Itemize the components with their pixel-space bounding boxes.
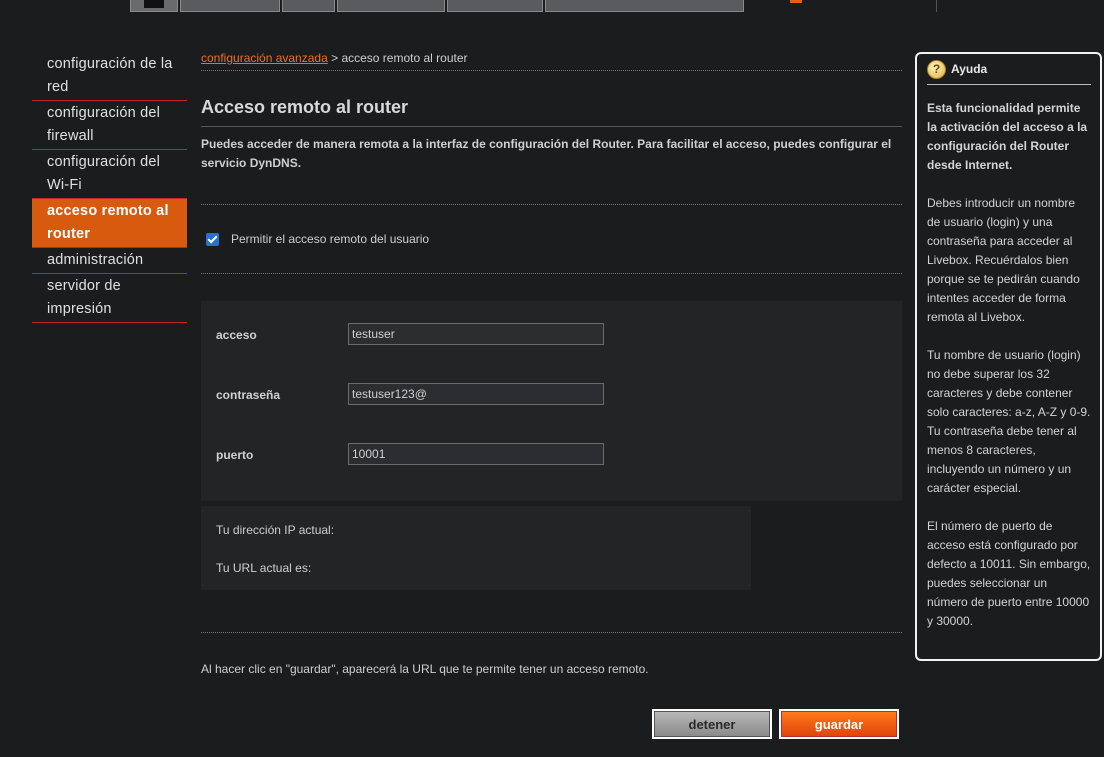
remote-access-checkbox[interactable] bbox=[206, 232, 219, 246]
credentials-form: acceso contraseña puerto bbox=[201, 301, 902, 501]
top-navigation bbox=[130, 0, 937, 13]
help-paragraph-login: Debes introducir un nombre de usuario (l… bbox=[927, 196, 1080, 324]
title-underline bbox=[201, 126, 902, 127]
top-tab[interactable] bbox=[337, 0, 445, 12]
sidebar-item-print-server[interactable]: servidor de impresión bbox=[32, 274, 187, 323]
login-label: acceso bbox=[216, 328, 257, 342]
sidebar-item-firewall[interactable]: configuración del firewall bbox=[32, 101, 187, 150]
breadcrumb-link-advanced-config[interactable]: configuración avanzada bbox=[201, 51, 328, 65]
sidebar-item-administration[interactable]: administración bbox=[32, 248, 187, 274]
help-paragraph-rules: Tu nombre de usuario (login) no debe sup… bbox=[927, 348, 1091, 495]
divider bbox=[201, 632, 902, 633]
remote-access-label[interactable]: Permitir el acceso remoto del usuario bbox=[231, 232, 429, 246]
help-intro: Esta funcionalidad permite la activación… bbox=[927, 101, 1088, 172]
divider bbox=[201, 70, 902, 71]
top-tab[interactable] bbox=[282, 0, 335, 12]
breadcrumb-current: acceso remoto al router bbox=[341, 51, 468, 65]
main-content: configuración avanzada > acceso remoto a… bbox=[201, 48, 902, 688]
page-intro: Puedes acceder de manera remota a la int… bbox=[201, 137, 892, 170]
current-address-box: Tu dirección IP actual: Tu URL actual es… bbox=[201, 506, 751, 590]
home-icon bbox=[144, 0, 164, 8]
password-label: contraseña bbox=[216, 388, 281, 402]
sidebar-item-network[interactable]: configuración de la red bbox=[32, 52, 187, 101]
help-header: ? Ayuda bbox=[927, 54, 1091, 85]
help-paragraph-port: El número de puerto de acceso está confi… bbox=[927, 519, 1091, 628]
help-question-icon: ? bbox=[927, 59, 946, 79]
sidebar: configuración de la red configuración de… bbox=[32, 52, 187, 323]
save-note: Al hacer clic en "guardar", aparecerá la… bbox=[201, 662, 649, 676]
top-tab[interactable] bbox=[545, 0, 744, 12]
breadcrumb-separator: > bbox=[327, 51, 342, 65]
nav-divider bbox=[936, 0, 937, 12]
current-ip-label: Tu dirección IP actual: bbox=[216, 523, 335, 537]
active-tab-indicator bbox=[790, 0, 802, 3]
password-input[interactable] bbox=[348, 383, 604, 405]
help-panel: ? Ayuda Esta funcionalidad permite la ac… bbox=[915, 52, 1102, 661]
breadcrumb: configuración avanzada > acceso remoto a… bbox=[201, 48, 902, 68]
sidebar-item-wifi[interactable]: configuración del Wi-Fi bbox=[32, 150, 187, 199]
home-tab[interactable] bbox=[130, 0, 178, 12]
remote-access-row: Permitir el acceso remoto del usuario bbox=[201, 205, 902, 273]
port-label: puerto bbox=[216, 448, 254, 462]
save-button[interactable]: guardar bbox=[779, 709, 899, 739]
stop-button[interactable]: detener bbox=[652, 709, 772, 739]
page-title: Acceso remoto al router bbox=[201, 97, 409, 117]
port-input[interactable] bbox=[348, 443, 604, 465]
top-tab[interactable] bbox=[180, 0, 280, 12]
sidebar-item-remote-access[interactable]: acceso remoto al router bbox=[32, 199, 187, 248]
save-button-label: guardar bbox=[781, 711, 897, 737]
divider bbox=[201, 273, 902, 274]
help-title: Ayuda bbox=[951, 62, 988, 76]
top-tab[interactable] bbox=[447, 0, 543, 12]
stop-button-label: detener bbox=[654, 711, 770, 737]
login-input[interactable] bbox=[348, 323, 604, 345]
current-url-label: Tu URL actual es: bbox=[216, 561, 312, 575]
